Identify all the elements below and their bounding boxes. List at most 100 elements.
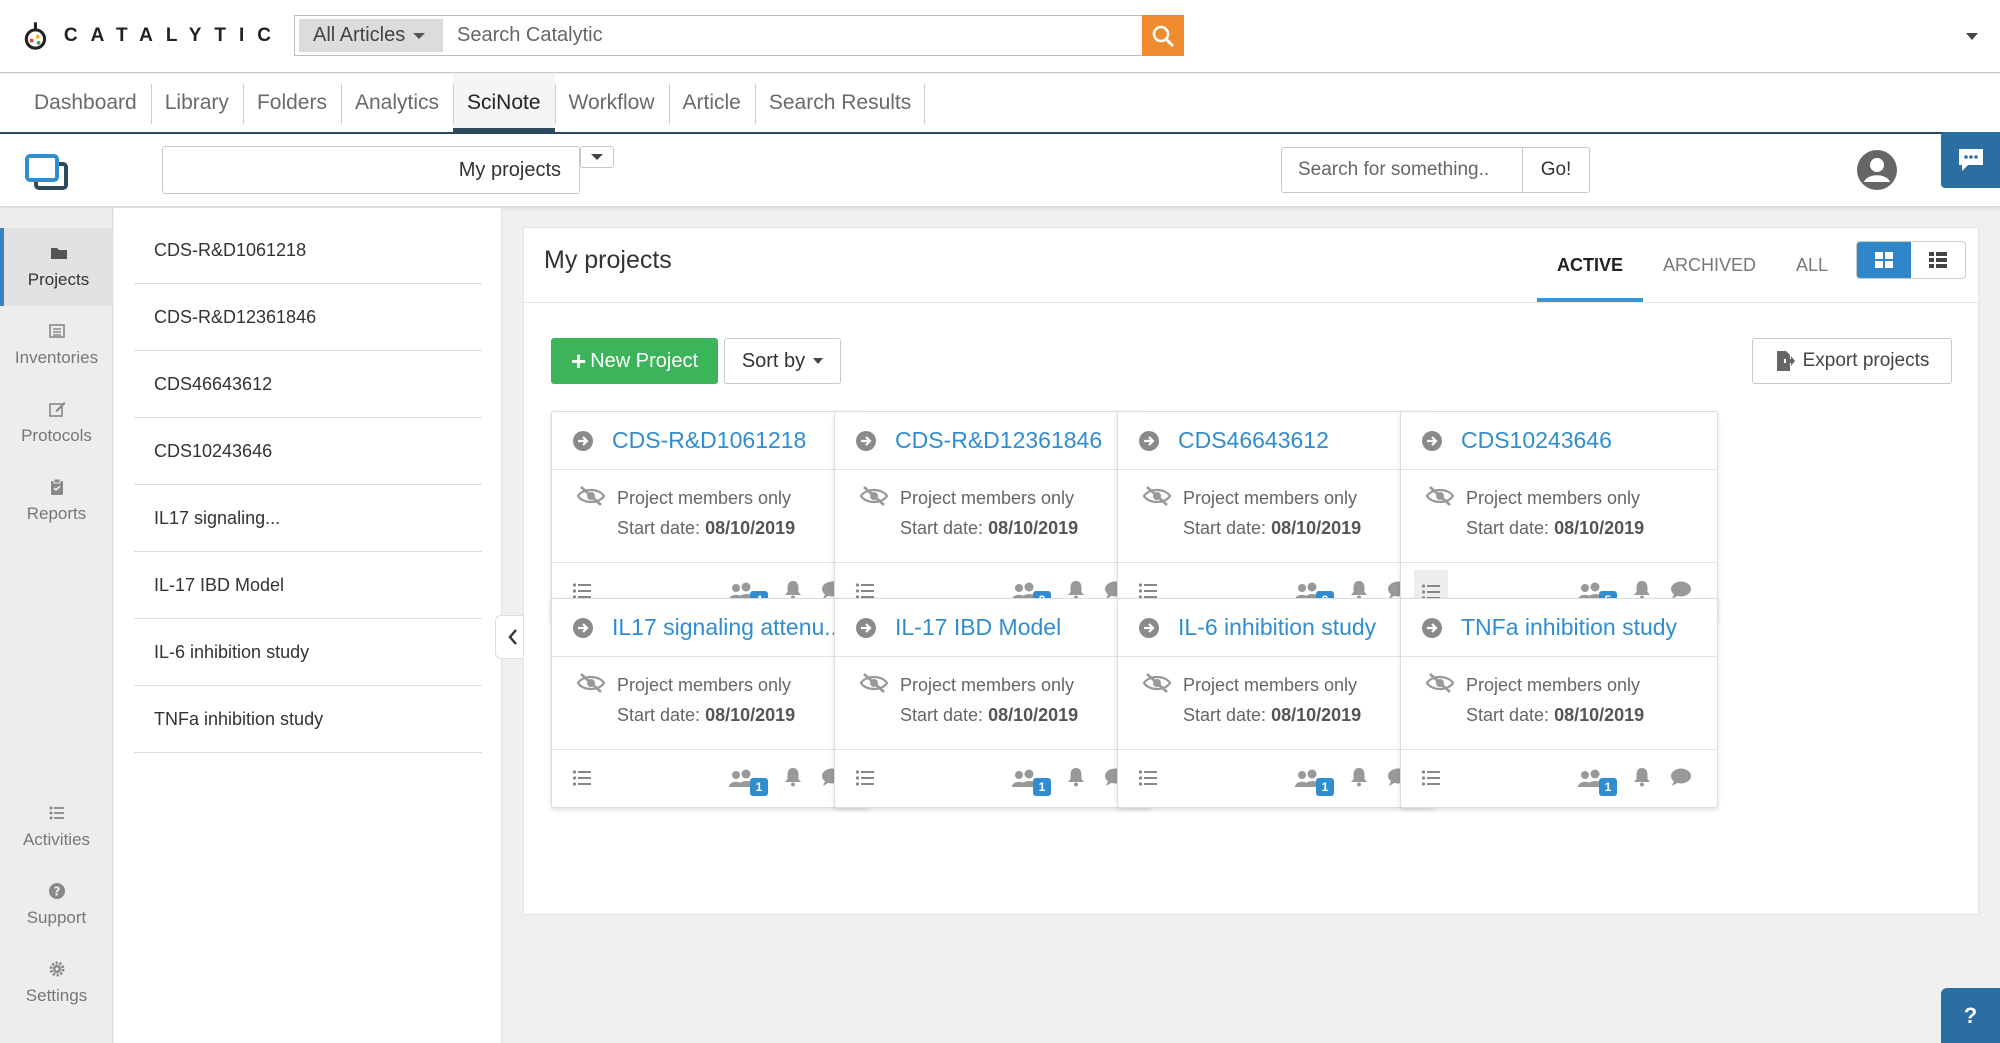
project-card[interactable]: IL-6 inhibition study Project members on… xyxy=(1117,598,1435,808)
bell-icon[interactable] xyxy=(1350,767,1368,787)
folder-icon xyxy=(50,248,67,259)
project-select-dropdown-button[interactable] xyxy=(580,146,614,168)
project-card-title[interactable]: IL-17 IBD Model xyxy=(895,614,1061,641)
chat-button[interactable] xyxy=(1941,132,2000,188)
list-icon[interactable] xyxy=(572,769,592,787)
project-card[interactable]: IL17 signaling attenu... Project members… xyxy=(551,598,869,808)
members-count-badge: 1 xyxy=(1599,778,1617,796)
project-card-title[interactable]: IL-6 inhibition study xyxy=(1178,614,1376,641)
project-list-item[interactable]: CDS-R&D12361846 xyxy=(134,284,482,351)
search-button[interactable] xyxy=(1142,15,1184,56)
nav-tab-search-results[interactable]: Search Results xyxy=(754,74,926,132)
nav-tab-folders[interactable]: Folders xyxy=(242,74,341,132)
project-list-item[interactable]: IL-6 inhibition study xyxy=(134,619,482,686)
arrow-circle-right-icon[interactable] xyxy=(1138,430,1160,452)
sidebar-item-reports[interactable]: Reports xyxy=(0,462,113,540)
brand-name: CATALYTIC xyxy=(63,25,284,46)
start-date-value: 08/10/2019 xyxy=(1554,518,1645,538)
bell-icon[interactable] xyxy=(1633,580,1651,600)
project-card-footer: 1 xyxy=(835,749,1151,807)
project-card-title[interactable]: CDS10243646 xyxy=(1461,427,1612,454)
start-date-label: Start date: xyxy=(1466,518,1550,538)
quick-search-input[interactable] xyxy=(1281,147,1523,193)
project-list-item[interactable]: CDS10243646 xyxy=(134,418,482,485)
project-list-item[interactable]: CDS-R&D1061218 xyxy=(134,217,482,284)
project-card-title[interactable]: CDS46643612 xyxy=(1178,427,1329,454)
nav-tab-dashboard[interactable]: Dashboard xyxy=(20,74,151,132)
project-card[interactable]: CDS46643612 Project members only Start d… xyxy=(1117,411,1435,621)
project-visibility: Project members only xyxy=(900,675,1075,695)
go-button[interactable]: Go! xyxy=(1522,147,1590,193)
bell-icon[interactable] xyxy=(1633,767,1651,787)
nav-tab-label: Article xyxy=(682,91,741,114)
project-list-item[interactable]: IL17 signaling... xyxy=(134,485,482,552)
arrow-circle-right-icon[interactable] xyxy=(1421,617,1443,639)
project-card-title[interactable]: IL17 signaling attenu... xyxy=(612,614,843,641)
scope-select[interactable]: All Articles xyxy=(299,19,443,52)
list-icon[interactable] xyxy=(855,769,875,787)
nav-tab-scinote[interactable]: SciNote xyxy=(453,74,555,134)
nav-tab-analytics[interactable]: Analytics xyxy=(340,74,453,132)
project-card[interactable]: IL-17 IBD Model Project members only Sta… xyxy=(834,598,1152,808)
brand-logo[interactable]: CATALYTIC xyxy=(24,14,284,58)
bell-icon[interactable] xyxy=(1350,580,1368,600)
sidebar-item-inventories[interactable]: Inventories xyxy=(0,306,113,384)
nav-tab-workflow[interactable]: Workflow xyxy=(554,74,669,132)
tab-active[interactable]: ACTIVE xyxy=(1537,228,1644,303)
project-card[interactable]: CDS-R&D12361846 Project members only Sta… xyxy=(834,411,1152,621)
arrow-circle-right-icon[interactable] xyxy=(1421,430,1443,452)
sidebar-item-support[interactable]: ? Support xyxy=(0,866,113,944)
project-card[interactable]: CDS-R&D1061218 Project members only Star… xyxy=(551,411,869,621)
help-button[interactable]: ? xyxy=(1941,988,2000,1043)
arrow-circle-right-icon[interactable] xyxy=(855,430,877,452)
project-list-item[interactable]: CDS46643612 xyxy=(134,351,482,418)
list-icon[interactable] xyxy=(1421,769,1441,787)
tab-archived[interactable]: ARCHIVED xyxy=(1643,228,1776,302)
sidebar-item-activities[interactable]: Activities xyxy=(0,788,113,866)
account-menu-caret-icon[interactable] xyxy=(1966,33,1978,40)
nav-tab-label: Folders xyxy=(256,91,327,114)
scinote-logo-icon[interactable] xyxy=(24,152,70,192)
project-card[interactable]: TNFa inhibition study Project members on… xyxy=(1400,598,1718,808)
tab-all[interactable]: ALL xyxy=(1776,228,1848,302)
project-list-item[interactable]: TNFa inhibition study xyxy=(134,686,482,753)
comment-icon[interactable] xyxy=(1670,580,1692,600)
new-project-button[interactable]: + New Project xyxy=(551,338,718,384)
arrow-circle-right-icon[interactable] xyxy=(572,430,594,452)
eye-slash-icon xyxy=(1425,673,1455,693)
project-card-title[interactable]: TNFa inhibition study xyxy=(1461,614,1677,641)
project-card-title[interactable]: CDS-R&D12361846 xyxy=(895,427,1102,454)
project-card-body: Project members only Start date: 08/10/2… xyxy=(1401,658,1717,748)
sort-dropdown-button[interactable]: Sort by xyxy=(724,338,841,384)
project-card-title[interactable]: CDS-R&D1061218 xyxy=(612,427,806,454)
bell-icon[interactable] xyxy=(1067,580,1085,600)
table-view-button[interactable] xyxy=(1911,242,1965,278)
project-card[interactable]: CDS10243646 Project members only Start d… xyxy=(1400,411,1718,621)
export-projects-button[interactable]: Export projects xyxy=(1752,338,1952,384)
sidebar-item-projects[interactable]: Projects xyxy=(0,228,113,306)
arrow-circle-right-icon[interactable] xyxy=(855,617,877,639)
global-search-input[interactable] xyxy=(457,17,1137,54)
arrow-circle-right-icon[interactable] xyxy=(572,617,594,639)
sidebar-item-settings[interactable]: Settings xyxy=(0,944,113,1022)
bell-icon[interactable] xyxy=(1067,767,1085,787)
list-icon[interactable] xyxy=(1138,769,1158,787)
nav-tab-library[interactable]: Library xyxy=(150,74,243,132)
chevron-left-icon xyxy=(508,629,517,645)
comment-icon[interactable] xyxy=(1670,767,1692,787)
export-file-icon xyxy=(1776,351,1795,371)
bell-icon[interactable] xyxy=(784,767,802,787)
project-card-body: Project members only Start date: 08/10/2… xyxy=(835,471,1151,561)
sidebar-item-protocols[interactable]: Protocols xyxy=(0,384,113,462)
project-list-item[interactable]: IL-17 IBD Model xyxy=(134,552,482,619)
eye-slash-icon xyxy=(576,673,606,693)
start-date-label: Start date: xyxy=(1466,705,1550,725)
left-sidebar: Projects Inventories Protocols Reports A… xyxy=(0,208,113,1043)
bell-icon[interactable] xyxy=(784,580,802,600)
arrow-circle-right-icon[interactable] xyxy=(1138,617,1160,639)
cards-view-button[interactable] xyxy=(1857,242,1911,278)
nav-tab-article[interactable]: Article xyxy=(668,74,755,132)
user-avatar-icon[interactable] xyxy=(1855,148,1899,192)
eye-slash-icon xyxy=(1142,673,1172,693)
project-select[interactable]: My projects xyxy=(162,146,580,194)
